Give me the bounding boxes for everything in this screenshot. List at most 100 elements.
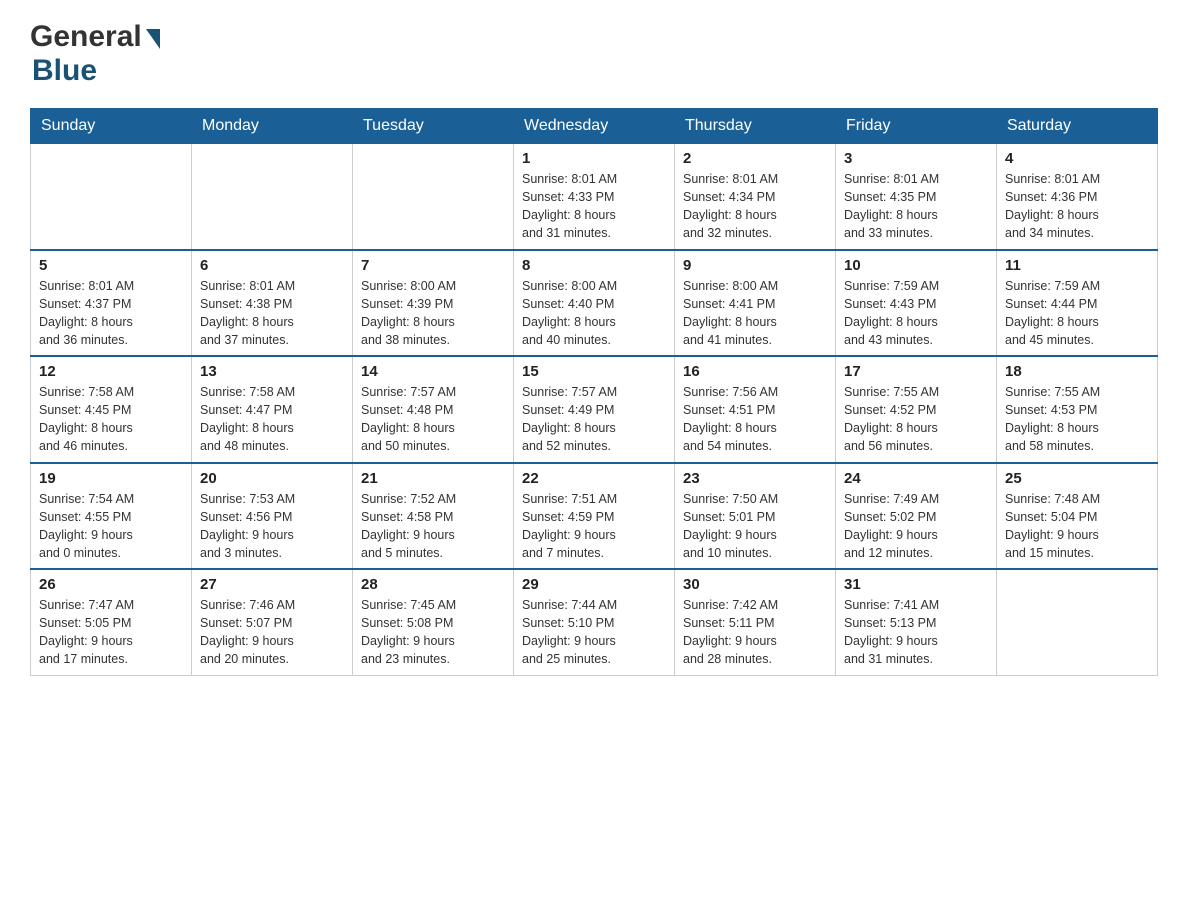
day-number: 26 <box>39 576 183 593</box>
day-info: Sunrise: 7:49 AMSunset: 5:02 PMDaylight:… <box>844 490 988 563</box>
calendar-day-cell <box>353 144 514 250</box>
calendar-table: SundayMondayTuesdayWednesdayThursdayFrid… <box>30 108 1158 676</box>
calendar-header-row: SundayMondayTuesdayWednesdayThursdayFrid… <box>31 109 1158 144</box>
calendar-day-cell: 9Sunrise: 8:00 AMSunset: 4:41 PMDaylight… <box>675 250 836 357</box>
day-number: 12 <box>39 363 183 380</box>
day-number: 31 <box>844 576 988 593</box>
day-of-week-header: Friday <box>836 109 997 144</box>
calendar-week-row: 19 Sunrise: 7:54 AMSunset: 4:55 PMDayligh… <box>31 463 1158 570</box>
day-info: Sunrise: 8:01 AMSunset: 4:38 PMDaylight:… <box>200 277 344 350</box>
day-info: Sunrise: 7:50 AMSunset: 5:01 PMDaylight:… <box>683 490 827 563</box>
day-info: Sunrise: 7:54 AMSunset: 4:55 PMDaylight:… <box>39 490 183 563</box>
calendar-day-cell: 13 Sunrise: 7:58 AMSunset: 4:47 PMDayligh… <box>192 356 353 463</box>
day-number: 17 <box>844 363 988 380</box>
calendar-day-cell <box>31 144 192 250</box>
day-of-week-header: Saturday <box>997 109 1158 144</box>
day-number: 15 <box>522 363 666 380</box>
day-number: 7 <box>361 257 505 274</box>
day-info: Sunrise: 7:52 AMSunset: 4:58 PMDaylight:… <box>361 490 505 563</box>
day-of-week-header: Tuesday <box>353 109 514 144</box>
calendar-day-cell: 17 Sunrise: 7:55 AMSunset: 4:52 PMDayligh… <box>836 356 997 463</box>
day-number: 4 <box>1005 150 1149 167</box>
day-number: 22 <box>522 470 666 487</box>
day-info: Sunrise: 8:01 AMSunset: 4:33 PMDaylight:… <box>522 170 666 243</box>
calendar-day-cell <box>997 569 1158 675</box>
day-number: 30 <box>683 576 827 593</box>
calendar-day-cell: 20 Sunrise: 7:53 AMSunset: 4:56 PMDayligh… <box>192 463 353 570</box>
day-info: Sunrise: 8:01 AMSunset: 4:34 PMDaylight:… <box>683 170 827 243</box>
calendar-day-cell: 26 Sunrise: 7:47 AMSunset: 5:05 PMDayligh… <box>31 569 192 675</box>
day-info: Sunrise: 8:01 AMSunset: 4:36 PMDaylight:… <box>1005 170 1149 243</box>
calendar-day-cell <box>192 144 353 250</box>
day-info: Sunrise: 7:53 AMSunset: 4:56 PMDaylight:… <box>200 490 344 563</box>
day-of-week-header: Wednesday <box>514 109 675 144</box>
day-info: Sunrise: 8:00 AMSunset: 4:40 PMDaylight:… <box>522 277 666 350</box>
calendar-day-cell: 24 Sunrise: 7:49 AMSunset: 5:02 PMDayligh… <box>836 463 997 570</box>
calendar-day-cell: 1 Sunrise: 8:01 AMSunset: 4:33 PMDaylight… <box>514 144 675 250</box>
day-number: 16 <box>683 363 827 380</box>
calendar-day-cell: 16 Sunrise: 7:56 AMSunset: 4:51 PMDayligh… <box>675 356 836 463</box>
calendar-day-cell: 11 Sunrise: 7:59 AMSunset: 4:44 PMDayligh… <box>997 250 1158 357</box>
day-number: 25 <box>1005 470 1149 487</box>
logo: General Blue <box>30 20 160 88</box>
day-number: 23 <box>683 470 827 487</box>
calendar-day-cell: 21 Sunrise: 7:52 AMSunset: 4:58 PMDayligh… <box>353 463 514 570</box>
calendar-week-row: 12 Sunrise: 7:58 AMSunset: 4:45 PMDayligh… <box>31 356 1158 463</box>
day-info: Sunrise: 7:59 AMSunset: 4:44 PMDaylight:… <box>1005 277 1149 350</box>
calendar-day-cell: 10 Sunrise: 7:59 AMSunset: 4:43 PMDayligh… <box>836 250 997 357</box>
day-number: 11 <box>1005 257 1149 274</box>
calendar-day-cell: 30 Sunrise: 7:42 AMSunset: 5:11 PMDayligh… <box>675 569 836 675</box>
day-info: Sunrise: 7:56 AMSunset: 4:51 PMDaylight:… <box>683 383 827 456</box>
day-number: 2 <box>683 150 827 167</box>
day-number: 18 <box>1005 363 1149 380</box>
calendar-week-row: 1 Sunrise: 8:01 AMSunset: 4:33 PMDaylight… <box>31 144 1158 250</box>
day-number: 20 <box>200 470 344 487</box>
calendar-day-cell: 15 Sunrise: 7:57 AMSunset: 4:49 PMDayligh… <box>514 356 675 463</box>
day-number: 8 <box>522 257 666 274</box>
logo-text-general: General <box>30 20 142 54</box>
calendar-day-cell: 8 Sunrise: 8:00 AMSunset: 4:40 PMDaylight… <box>514 250 675 357</box>
day-number: 21 <box>361 470 505 487</box>
day-number: 1 <box>522 150 666 167</box>
day-number: 27 <box>200 576 344 593</box>
calendar-day-cell: 18 Sunrise: 7:55 AMSunset: 4:53 PMDayligh… <box>997 356 1158 463</box>
calendar-day-cell: 29Sunrise: 7:44 AMSunset: 5:10 PMDayligh… <box>514 569 675 675</box>
day-number: 5 <box>39 257 183 274</box>
calendar-day-cell: 4 Sunrise: 8:01 AMSunset: 4:36 PMDaylight… <box>997 144 1158 250</box>
day-info: Sunrise: 7:58 AMSunset: 4:45 PMDaylight:… <box>39 383 183 456</box>
calendar-day-cell: 5Sunrise: 8:01 AMSunset: 4:37 PMDaylight… <box>31 250 192 357</box>
day-number: 13 <box>200 363 344 380</box>
calendar-day-cell: 19 Sunrise: 7:54 AMSunset: 4:55 PMDayligh… <box>31 463 192 570</box>
calendar-day-cell: 2 Sunrise: 8:01 AMSunset: 4:34 PMDaylight… <box>675 144 836 250</box>
day-of-week-header: Thursday <box>675 109 836 144</box>
page-header: General Blue <box>30 20 1158 88</box>
calendar-day-cell: 28Sunrise: 7:45 AMSunset: 5:08 PMDayligh… <box>353 569 514 675</box>
calendar-week-row: 5Sunrise: 8:01 AMSunset: 4:37 PMDaylight… <box>31 250 1158 357</box>
calendar-day-cell: 25 Sunrise: 7:48 AMSunset: 5:04 PMDayligh… <box>997 463 1158 570</box>
day-info: Sunrise: 7:47 AMSunset: 5:05 PMDaylight:… <box>39 596 183 669</box>
day-info: Sunrise: 7:46 AMSunset: 5:07 PMDaylight:… <box>200 596 344 669</box>
day-info: Sunrise: 7:51 AMSunset: 4:59 PMDaylight:… <box>522 490 666 563</box>
calendar-day-cell: 14Sunrise: 7:57 AMSunset: 4:48 PMDayligh… <box>353 356 514 463</box>
day-info: Sunrise: 7:45 AMSunset: 5:08 PMDaylight:… <box>361 596 505 669</box>
day-of-week-header: Sunday <box>31 109 192 144</box>
day-info: Sunrise: 7:42 AMSunset: 5:11 PMDaylight:… <box>683 596 827 669</box>
day-number: 19 <box>39 470 183 487</box>
logo-text-blue: Blue <box>30 54 97 87</box>
calendar-day-cell: 12 Sunrise: 7:58 AMSunset: 4:45 PMDayligh… <box>31 356 192 463</box>
day-info: Sunrise: 7:55 AMSunset: 4:52 PMDaylight:… <box>844 383 988 456</box>
day-number: 10 <box>844 257 988 274</box>
calendar-day-cell: 7 Sunrise: 8:00 AMSunset: 4:39 PMDaylight… <box>353 250 514 357</box>
day-info: Sunrise: 8:00 AMSunset: 4:39 PMDaylight:… <box>361 277 505 350</box>
day-number: 14 <box>361 363 505 380</box>
day-info: Sunrise: 7:44 AMSunset: 5:10 PMDaylight:… <box>522 596 666 669</box>
calendar-day-cell: 6Sunrise: 8:01 AMSunset: 4:38 PMDaylight… <box>192 250 353 357</box>
day-info: Sunrise: 7:58 AMSunset: 4:47 PMDaylight:… <box>200 383 344 456</box>
day-info: Sunrise: 7:57 AMSunset: 4:49 PMDaylight:… <box>522 383 666 456</box>
day-number: 24 <box>844 470 988 487</box>
day-info: Sunrise: 7:48 AMSunset: 5:04 PMDaylight:… <box>1005 490 1149 563</box>
day-info: Sunrise: 7:41 AMSunset: 5:13 PMDaylight:… <box>844 596 988 669</box>
day-info: Sunrise: 7:55 AMSunset: 4:53 PMDaylight:… <box>1005 383 1149 456</box>
day-info: Sunrise: 8:00 AMSunset: 4:41 PMDaylight:… <box>683 277 827 350</box>
day-info: Sunrise: 7:59 AMSunset: 4:43 PMDaylight:… <box>844 277 988 350</box>
